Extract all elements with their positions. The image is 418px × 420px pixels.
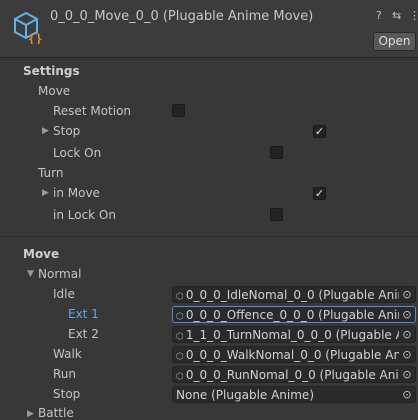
object-picker-icon[interactable]: ⊙ bbox=[399, 387, 415, 402]
asset-icon: ⬡ bbox=[176, 332, 184, 342]
in-move-checkbox[interactable]: ✓ bbox=[313, 187, 326, 200]
lock-on-label: Lock On bbox=[53, 146, 102, 160]
run-label: Run bbox=[53, 367, 77, 381]
move-group-label: Move bbox=[38, 84, 71, 98]
object-picker-icon[interactable]: ⊙ bbox=[399, 307, 415, 322]
walk-label: Walk bbox=[53, 347, 82, 361]
in-move-label: in Move bbox=[53, 186, 100, 200]
settings-heading: Settings bbox=[23, 64, 80, 78]
asset-icon: ⬡ bbox=[176, 352, 184, 362]
stop-anim-label: Stop bbox=[53, 387, 81, 401]
run-value: 0_0_0_RunNomal_0_0 (Plugable Anim bbox=[185, 368, 411, 382]
lock-on-checkbox[interactable] bbox=[270, 146, 283, 159]
object-picker-icon[interactable]: ⊙ bbox=[399, 287, 415, 302]
asset-icon: ⬡ bbox=[176, 312, 184, 322]
ext2-value: 1_1_0_TurnNomal_0_0_0 (Plugable Anim bbox=[185, 328, 416, 342]
normal-foldout-arrow-icon[interactable]: ▼ bbox=[27, 269, 34, 279]
kebab-menu-icon[interactable]: ⋮ bbox=[409, 9, 418, 22]
asset-title: 0_0_0_Move_0_0 (Plugable Anime Move) bbox=[50, 9, 314, 24]
ext2-object-field[interactable]: ⬡ 1_1_0_TurnNomal_0_0_0 (Plugable Anim ⊙ bbox=[172, 326, 416, 343]
ext2-label: Ext 2 bbox=[68, 327, 99, 341]
svg-text:{}: {} bbox=[28, 32, 42, 44]
stop-label: Stop bbox=[53, 124, 81, 138]
script-object-icon: {} bbox=[14, 11, 42, 44]
in-move-foldout-arrow-icon[interactable]: ▶ bbox=[42, 188, 49, 198]
ext1-label: Ext 1 bbox=[68, 307, 99, 321]
move-heading: Move bbox=[23, 247, 60, 261]
help-icon[interactable]: ? bbox=[376, 9, 382, 22]
run-object-field[interactable]: ⬡ 0_0_0_RunNomal_0_0 (Plugable Anim ⊙ bbox=[172, 366, 416, 383]
stop-object-field[interactable]: None (Plugable Anime) ⊙ bbox=[172, 386, 416, 403]
idle-label: Idle bbox=[53, 287, 75, 301]
battle-foldout-arrow-icon[interactable]: ▶ bbox=[27, 409, 34, 419]
section-divider bbox=[0, 236, 418, 237]
reset-motion-checkbox[interactable] bbox=[172, 104, 185, 117]
reset-motion-label: Reset Motion bbox=[53, 104, 132, 118]
object-picker-icon[interactable]: ⊙ bbox=[399, 347, 415, 362]
battle-foldout-label[interactable]: Battle bbox=[38, 406, 74, 420]
ext1-value: 0_0_0_Offence_0_0_0 (Plugable Anim bbox=[185, 308, 409, 322]
asset-icon: ⬡ bbox=[176, 292, 184, 302]
walk-value: 0_0_0_WalkNomal_0_0 (Plugable Anim bbox=[185, 348, 416, 362]
idle-value: 0_0_0_IdleNomal_0_0 (Plugable Anime) bbox=[185, 288, 416, 302]
in-lock-on-checkbox[interactable] bbox=[270, 208, 283, 221]
asset-icon: ⬡ bbox=[176, 372, 184, 382]
stop-anim-value: None (Plugable Anime) bbox=[176, 388, 314, 402]
stop-foldout-arrow-icon[interactable]: ▶ bbox=[42, 126, 49, 136]
ext1-object-field[interactable]: ⬡ 0_0_0_Offence_0_0_0 (Plugable Anim ⊙ bbox=[172, 306, 416, 323]
normal-foldout-label[interactable]: Normal bbox=[38, 267, 81, 281]
in-lock-on-label: in Lock On bbox=[53, 208, 116, 222]
object-picker-icon[interactable]: ⊙ bbox=[399, 327, 415, 342]
inspector-header: {} 0_0_0_Move_0_0 (Plugable Anime Move) … bbox=[0, 0, 418, 58]
walk-object-field[interactable]: ⬡ 0_0_0_WalkNomal_0_0 (Plugable Anim ⊙ bbox=[172, 346, 416, 363]
turn-group-label: Turn bbox=[38, 166, 64, 180]
idle-object-field[interactable]: ⬡ 0_0_0_IdleNomal_0_0 (Plugable Anime) ⊙ bbox=[172, 286, 416, 303]
presets-icon[interactable]: ⇆ bbox=[392, 9, 401, 22]
object-picker-icon[interactable]: ⊙ bbox=[399, 367, 415, 382]
stop-checkbox[interactable]: ✓ bbox=[313, 125, 326, 138]
open-button[interactable]: Open bbox=[373, 32, 416, 51]
